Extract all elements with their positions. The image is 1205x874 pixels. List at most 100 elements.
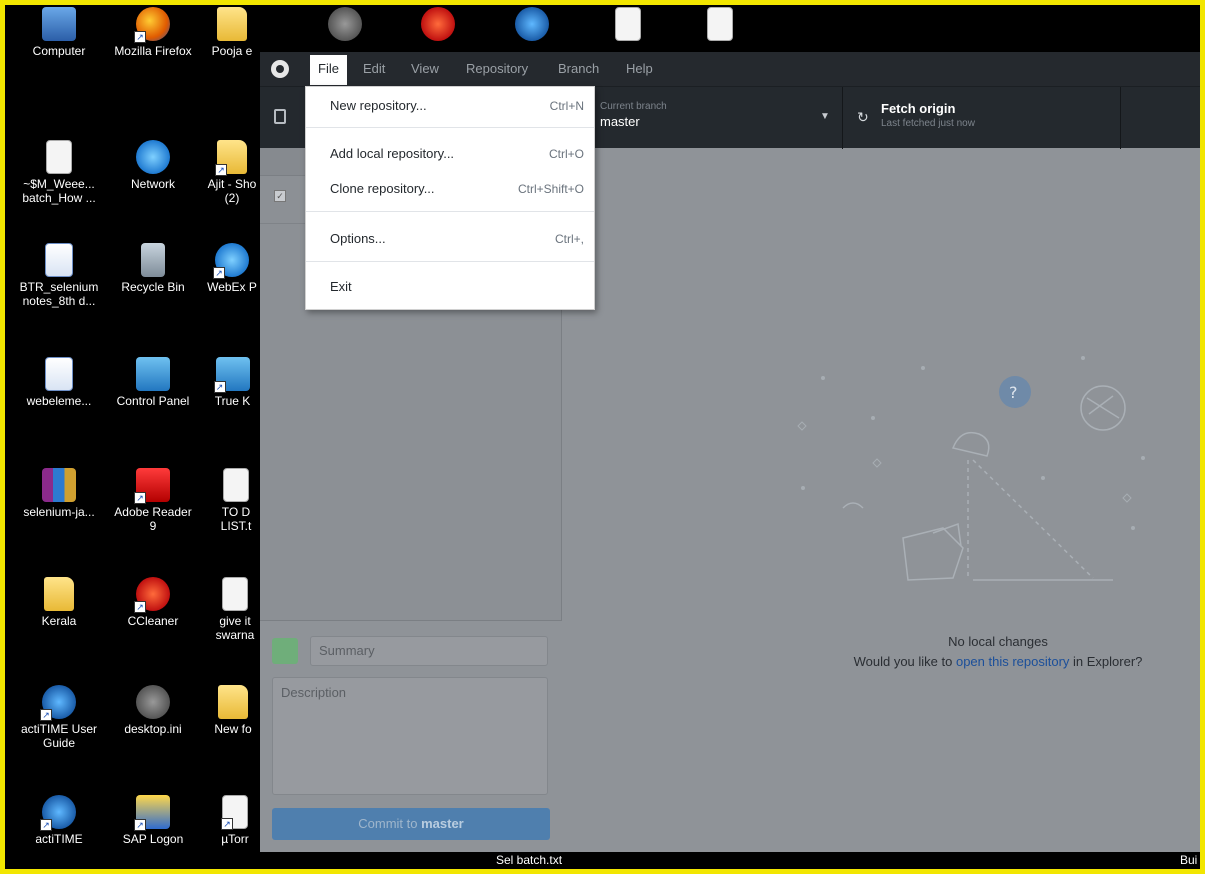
menu-repository[interactable]: Repository [466,61,528,76]
desktop-icon-actitime[interactable]: ↗ actiTIME [17,795,101,846]
desktop-icon-todo[interactable]: TO D LIST.t [211,468,261,533]
desktop-icon-label: actiTIME [35,832,83,846]
folder-icon [218,685,248,719]
menu-divider [306,211,594,212]
empty-state-illustration: ? [797,356,1145,581]
shortcut-arrow-icon: ↗ [134,492,146,504]
shortcut-arrow-icon: ↗ [40,709,52,721]
itunes-icon [421,7,455,41]
menu-item-label: Add local repository... [330,146,455,161]
firefox-icon: ↗ [134,7,170,43]
toolbar-divider [1120,87,1121,149]
summary-input[interactable]: Summary [310,636,548,666]
desktop-icon-computer[interactable]: Computer [17,7,101,58]
desktop-icon-label: Adobe Reader 9 [114,505,192,533]
desktop-icon-label: Control Panel [116,394,190,408]
menu-help[interactable]: Help [626,61,653,76]
fetch-origin-button[interactable]: Fetch origin Last fetched just now [881,101,975,129]
branch-caption: Current branch [600,101,667,112]
desktop-icon-snipping[interactable] [320,7,370,44]
commit-button[interactable]: Commit to master [272,808,550,840]
menu-item-shortcut: Ctrl+O [548,147,584,161]
desktop-icon-selenium-jar[interactable]: selenium-ja... [17,468,101,519]
prompt-after: in Explorer? [1069,654,1143,669]
desktop-icon-ajit[interactable]: ↗ Ajit - Sho (2) [203,140,261,205]
toolbar-divider [842,87,843,149]
menu-item-exit[interactable]: Exit [306,275,594,299]
desktop-icon-label: webeleme... [26,394,92,408]
desktop-icon-doc[interactable] [603,7,653,44]
desktop-icon-webeleme[interactable]: webeleme... [17,357,101,408]
current-branch-button[interactable]: Current branch master [600,101,667,129]
desktop-icon-control-panel[interactable]: Control Panel [111,357,195,408]
shortcut-arrow-icon: ↗ [215,164,227,176]
desktop-icon-kerala[interactable]: Kerala [17,577,101,628]
menu-item-add-local-repository[interactable]: Add local repository... Ctrl+O [306,142,594,166]
truekey-icon: ↗ [213,357,250,393]
document-icon [46,140,72,174]
empty-state-prompt: Would you like to open this repository i… [818,652,1178,672]
ccleaner-icon: ↗ [134,577,170,613]
desktop-icon-adobe-reader[interactable]: ↗ Adobe Reader 9 [111,468,195,533]
recycle-bin-icon [141,243,165,277]
branch-name: master [600,114,640,129]
desktop-icon-java[interactable] [695,7,745,44]
menu-item-options[interactable]: Options... Ctrl+, [306,227,594,251]
repository-icon [274,109,286,124]
desktop-icon-actitime-guide[interactable]: ↗ actiTIME User Guide [17,685,101,750]
desktop-icon-truekey[interactable]: ↗ True K [205,357,260,408]
select-all-checkbox[interactable]: ✓ [274,190,286,202]
prompt-before: Would you like to [853,654,956,669]
desktop-icon-sap-logon[interactable]: ↗ SAP Logon [111,795,195,846]
empty-state-title: No local changes [948,634,1048,649]
utorrent-icon: ↗ [221,795,248,830]
desktop-icon-desktop-ini[interactable]: desktop.ini [111,685,195,736]
desktop-icon-firefox[interactable]: ↗ Mozilla Firefox [111,7,195,58]
desktop-icon-btr-selenium[interactable]: BTR_selenium notes_8th d... [17,243,101,308]
taskbar-label[interactable]: Bui [1180,853,1197,867]
computer-icon [42,7,76,41]
text-file-icon [222,577,248,611]
desktop-icon-label: New fo [214,722,252,736]
desktop-icon-wm-file[interactable]: ~$M_Weee... batch_How ... [17,140,101,205]
webex-icon: ↗ [213,243,249,279]
menu-item-clone-repository[interactable]: Clone repository... Ctrl+Shift+O [306,177,594,201]
menu-branch[interactable]: Branch [558,61,599,76]
desktop-icon-webex[interactable]: ↗ WebEx P [201,243,263,294]
menu-view[interactable]: View [411,61,439,76]
desktop-icon-label: True K [214,394,251,408]
desktop-icon-network[interactable]: Network [111,140,195,191]
desktop-icon-give-it[interactable]: give it swarna [209,577,261,642]
taskbar-label[interactable]: Sel batch.txt [496,853,562,867]
shortcut-arrow-icon: ↗ [221,818,233,830]
desktop-icon-label: WebEx P [207,280,257,294]
desktop-icon-ie-app[interactable] [507,7,557,44]
chevron-down-icon[interactable]: ▼ [820,111,830,122]
desktop-icon-label: Pooja e [211,44,253,58]
github-logo-icon [271,60,289,78]
menu-edit[interactable]: Edit [363,61,385,76]
desktop-icon-label: µTorr [221,832,249,846]
desktop-icon-ccleaner[interactable]: ↗ CCleaner [111,577,195,628]
desktop-icon-pooja[interactable]: Pooja e [197,7,267,58]
adobe-reader-icon: ↗ [134,468,170,504]
desktop-icon-utorrent[interactable]: ↗ µTorr [209,795,261,846]
commit-button-label: Commit to [358,816,422,831]
desktop-icon-new-folder[interactable]: New fo [205,685,261,736]
folder-icon [217,7,247,41]
menu-file[interactable]: File [310,55,347,85]
open-repository-link[interactable]: open this repository [956,654,1069,669]
desktop-icon-recycle-bin[interactable]: Recycle Bin [111,243,195,294]
desktop-icon-label: ~$M_Weee... batch_How ... [22,177,96,205]
desktop-icon-label: Network [130,177,175,191]
menu-item-new-repository[interactable]: New repository... Ctrl+N [306,94,594,118]
document-icon [615,7,641,41]
shortcut-arrow-icon: ↗ [134,601,146,613]
description-input[interactable]: Description [272,677,548,795]
menu-item-shortcut: Ctrl+N [549,99,584,113]
desktop-icon-label: Computer [32,44,86,58]
commit-form: Summary Description Commit to master [260,620,562,852]
ie-shortcut-icon [515,7,549,41]
desktop-icon-itunes[interactable] [413,7,463,44]
control-panel-icon [136,357,170,391]
